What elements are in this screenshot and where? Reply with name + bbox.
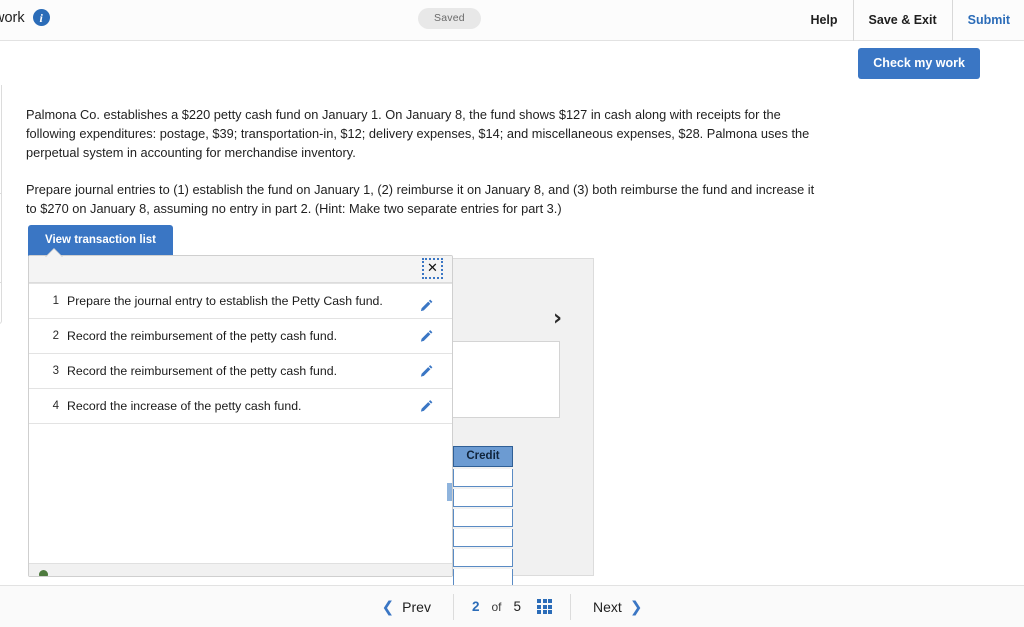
credit-input-cell[interactable] [453, 509, 513, 527]
popup-header: ✕ [29, 256, 452, 283]
credit-column-header: Credit [453, 446, 513, 467]
problem-paragraph-1: Palmona Co. establishes a $220 petty cas… [26, 107, 810, 160]
page-of-label: of [491, 599, 502, 614]
credit-input-cell[interactable] [453, 469, 513, 487]
popup-scrollbar[interactable] [446, 283, 452, 576]
transaction-number: 2 [52, 330, 59, 342]
top-bar: work i Saved Help Save & Exit Submit [0, 0, 1024, 41]
total-pages: 5 [513, 599, 522, 614]
pencil-icon[interactable] [419, 364, 434, 379]
assignment-title-group: work i [0, 9, 50, 26]
offscreen-panel-edge-secondary [0, 193, 2, 283]
grid-view-icon[interactable] [537, 599, 553, 614]
credit-column: Credit [453, 446, 513, 587]
popup-footer-note [39, 570, 48, 576]
transaction-list-body: 1 Prepare the journal entry to establish… [29, 283, 452, 576]
transaction-number: 4 [52, 400, 59, 412]
chevron-left-icon: ❮ [381, 597, 395, 616]
info-icon[interactable]: i [32, 9, 50, 26]
problem-statement: Palmona Co. establishes a $220 petty cas… [26, 105, 826, 236]
status-dot-icon [39, 570, 48, 576]
top-bar-actions: Help Save & Exit Submit [795, 0, 1010, 41]
check-my-work-button[interactable]: Check my work [858, 48, 980, 79]
page-title: work [0, 9, 25, 26]
transaction-list-empty-area [29, 424, 452, 524]
pagination-controls: ❮ Prev 2 of 5 Next ❯ [360, 586, 665, 627]
popup-caret [46, 249, 62, 257]
transaction-description: Record the reimbursement of the petty ca… [67, 364, 337, 378]
submit-link[interactable]: Submit [951, 0, 1010, 41]
chevron-right-icon[interactable]: › [553, 308, 562, 330]
pencil-icon[interactable] [419, 329, 434, 344]
transaction-description: Record the increase of the petty cash fu… [67, 399, 302, 413]
next-button[interactable]: Next ❯ [571, 586, 664, 627]
save-and-exit-link[interactable]: Save & Exit [852, 0, 952, 41]
problem-paragraph-2: Prepare journal entries to (1) establish… [26, 182, 815, 216]
transaction-description: Record the reimbursement of the petty ca… [67, 329, 337, 343]
credit-input-cell[interactable] [453, 489, 513, 507]
popup-footer [29, 563, 452, 576]
transaction-description: Prepare the journal entry to establish t… [67, 294, 383, 308]
credit-input-cell[interactable] [453, 549, 513, 567]
prev-label: Prev [402, 598, 431, 615]
popup-scrollbar-thumb[interactable] [447, 483, 452, 501]
page-indicator: 2 of 5 [452, 593, 572, 620]
current-page: 2 [471, 599, 480, 614]
prev-button[interactable]: ❮ Prev [360, 586, 453, 627]
table-row[interactable]: 4 Record the increase of the petty cash … [29, 389, 452, 424]
table-row[interactable]: 1 Prepare the journal entry to establish… [29, 283, 452, 319]
chevron-right-icon: ❯ [629, 597, 643, 616]
pencil-icon[interactable] [419, 298, 434, 313]
table-row[interactable]: 3 Record the reimbursement of the petty … [29, 354, 452, 389]
bottom-navigation: ❮ Prev 2 of 5 Next ❯ [0, 585, 1024, 627]
transaction-list-popup: ✕ 1 Prepare the journal entry to establi… [28, 255, 453, 577]
status-badge: Saved [418, 8, 481, 29]
sub-bar: Check my work [0, 41, 1024, 85]
credit-input-cell[interactable] [453, 529, 513, 547]
transaction-number: 3 [52, 365, 59, 377]
transaction-number: 1 [52, 295, 59, 307]
table-row[interactable]: 2 Record the reimbursement of the petty … [29, 319, 452, 354]
close-icon[interactable]: ✕ [422, 258, 443, 279]
help-link[interactable]: Help [795, 0, 852, 41]
pencil-icon[interactable] [419, 399, 434, 414]
page-root: work i Saved Help Save & Exit Submit Che… [0, 0, 1024, 627]
next-label: Next [593, 598, 622, 615]
